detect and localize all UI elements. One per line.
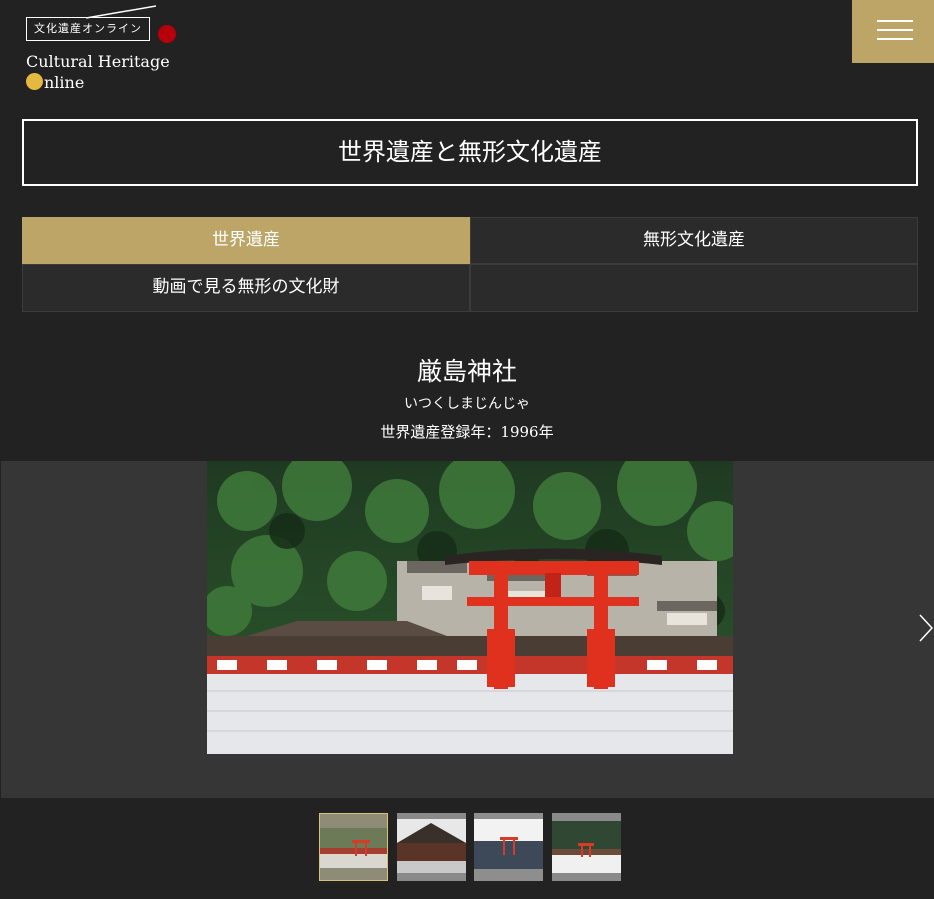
hamburger-menu-icon	[877, 20, 913, 22]
thumbnail-4[interactable]	[552, 813, 621, 881]
tab-video-intangible[interactable]: 動画で見る無形の文化財	[22, 264, 470, 312]
thumbnail-1[interactable]	[319, 813, 388, 881]
main-photo	[207, 461, 733, 754]
logo-en-line2: nline	[26, 73, 84, 92]
logo-en-line1: Cultural Heritage	[26, 52, 170, 71]
site-registration-year: 世界遺産登録年：1996年	[380, 423, 554, 441]
thumbnail-2[interactable]	[397, 813, 466, 881]
thumbnail-strip	[0, 813, 934, 883]
photo-slider	[1, 461, 934, 798]
menu-button[interactable]	[852, 0, 934, 63]
thumbnail-image	[320, 814, 387, 880]
tab-empty-cell	[470, 264, 918, 312]
site-reading: いつくしまじんじゃ	[404, 396, 530, 412]
hamburger-menu-icon	[877, 38, 913, 40]
site-name: 厳島神社	[416, 357, 517, 386]
tab-world-heritage[interactable]: 世界遺産	[22, 217, 470, 264]
torii-photo-image	[207, 461, 733, 754]
chevron-right-icon[interactable]	[918, 613, 934, 643]
site-logo[interactable]: 文化遺産オンライン Cultural Heritage nline	[26, 5, 186, 93]
thumbnail-image	[397, 813, 466, 881]
logo-yellow-dot	[26, 73, 43, 90]
thumbnail-image	[474, 813, 543, 881]
thumbnail-image	[552, 813, 621, 881]
thumbnail-3[interactable]	[474, 813, 543, 881]
logo-jp-text: 文化遺産オンライン	[26, 17, 150, 41]
category-tabs: 世界遺産 無形文化遺産 動画で見る無形の文化財	[22, 217, 918, 312]
hamburger-menu-icon	[877, 29, 913, 31]
logo-red-dot	[158, 25, 176, 43]
logo-en-line2-text: nline	[44, 73, 85, 92]
tab-intangible-heritage[interactable]: 無形文化遺産	[470, 217, 918, 264]
page-title: 世界遺産と無形文化遺産	[22, 119, 918, 186]
